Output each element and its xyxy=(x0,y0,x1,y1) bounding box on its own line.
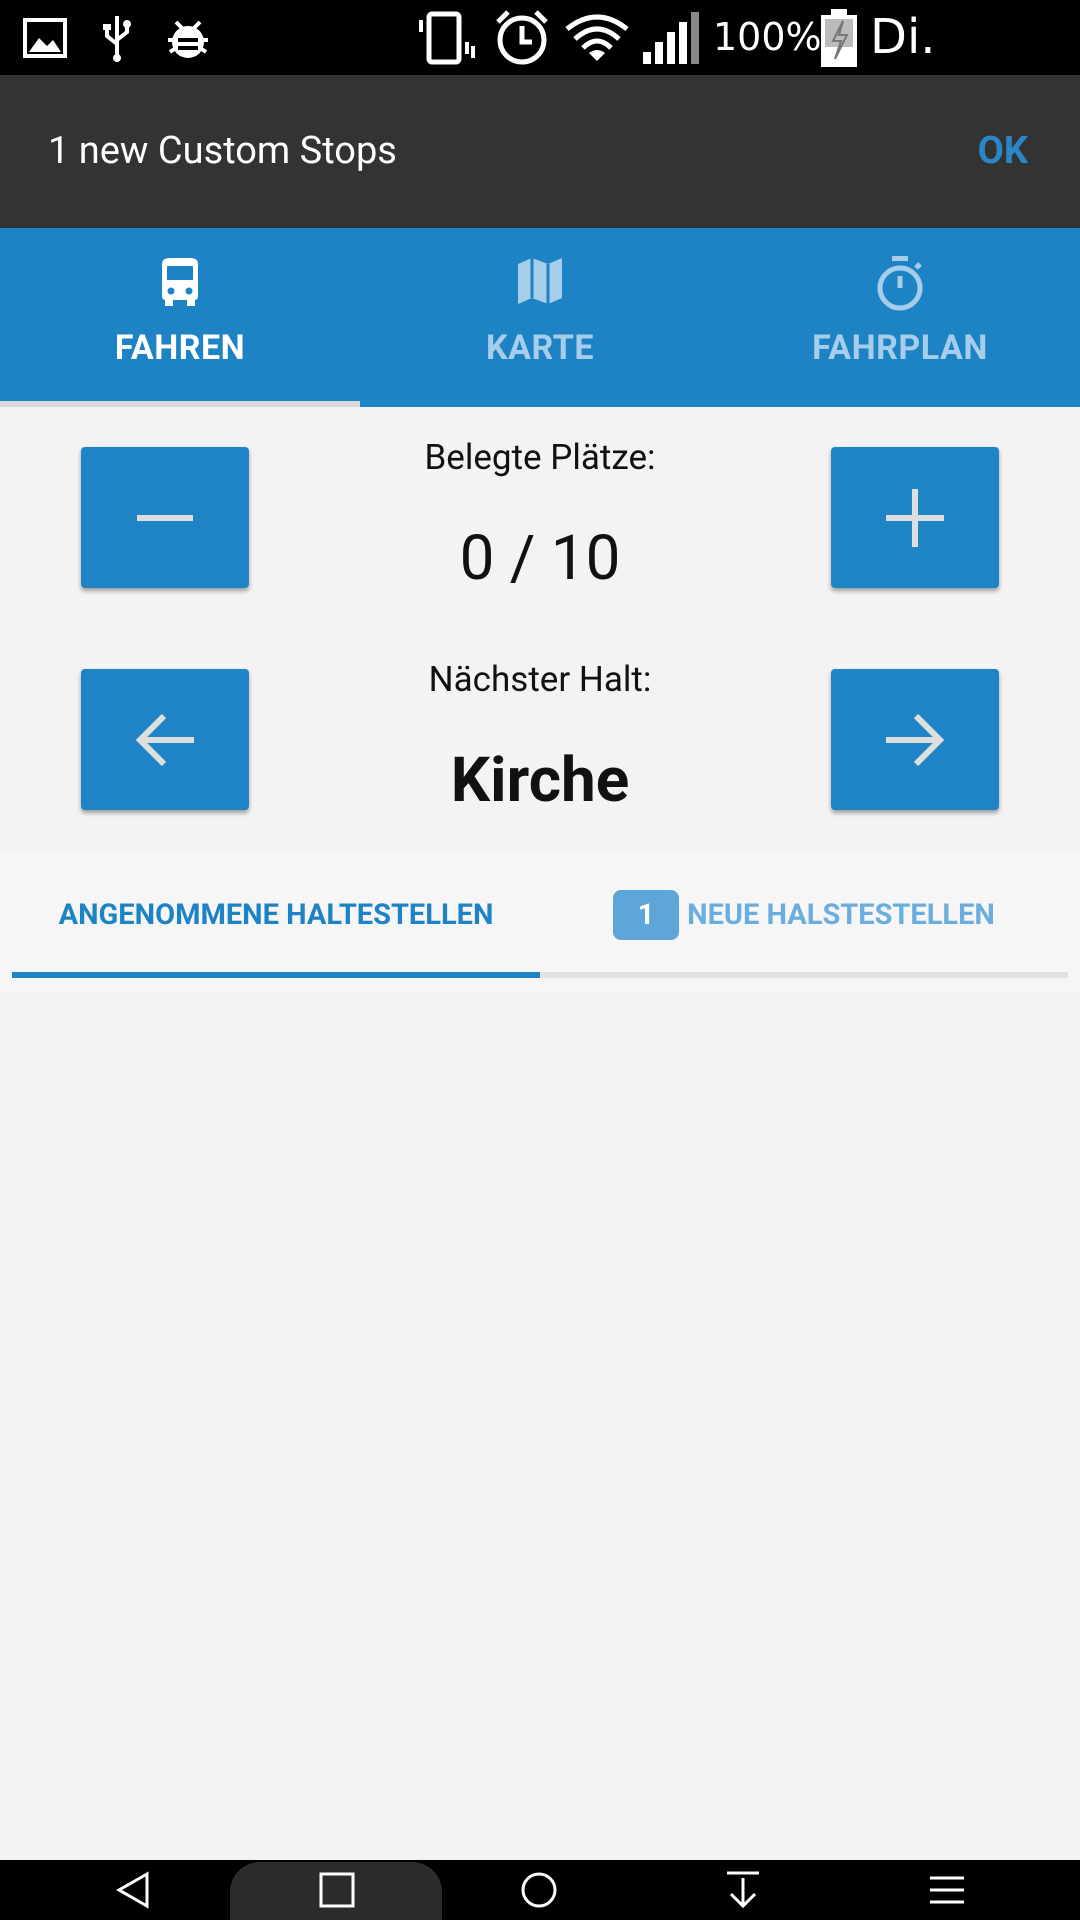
tab-fahrplan[interactable]: FAHRPLAN xyxy=(720,228,1080,407)
stopwatch-icon xyxy=(720,256,1080,312)
snackbar-ok-button[interactable]: OK xyxy=(978,75,1028,228)
stops-list xyxy=(0,992,1080,1860)
stops-tab-bar: ANGENOMMENE HALTESTELLEN 1 NEUE HALSTEST… xyxy=(0,852,1080,992)
main-tab-bar: FAHREN KARTE FAHRPLAN xyxy=(0,228,1080,407)
arrow-right-icon xyxy=(886,713,945,766)
minus-icon xyxy=(137,514,193,521)
status-bar: 100% Di. 01:41 xyxy=(0,0,1080,140)
vibrate-icon xyxy=(415,0,475,75)
debug-bug-icon xyxy=(160,0,216,75)
snackbar-message: 1 new Custom Stops xyxy=(48,129,397,173)
tab-label: FAHREN xyxy=(114,328,246,368)
seats-value: 0 / 10 xyxy=(459,522,621,595)
new-stops-count-badge: 1 xyxy=(613,890,680,940)
signal-icon xyxy=(638,0,704,75)
map-icon xyxy=(360,256,720,312)
image-icon xyxy=(20,0,70,75)
back-icon[interactable] xyxy=(100,1860,166,1920)
alarm-icon xyxy=(490,0,554,75)
next-stop-button[interactable] xyxy=(831,669,999,810)
control-panel: Belegte Plätze: 0 / 10 Nächster Halt: Ki… xyxy=(0,407,1080,852)
next-stop-label: Nächster Halt: xyxy=(428,659,652,700)
usb-icon xyxy=(95,0,139,75)
plus-icon xyxy=(886,488,944,547)
navigation-bar xyxy=(0,1860,1080,1920)
tab-accepted-stops[interactable]: ANGENOMMENE HALTESTELLEN xyxy=(12,852,540,978)
battery-percent: 100% xyxy=(713,15,822,59)
snackbar: 1 new Custom Stops OK xyxy=(0,75,1080,228)
seats-label: Belegte Plätze: xyxy=(424,437,656,478)
recents-icon[interactable] xyxy=(506,1860,572,1920)
tab-karte[interactable]: KARTE xyxy=(360,228,720,407)
tab-indicator xyxy=(12,972,540,978)
menu-icon[interactable] xyxy=(914,1860,980,1920)
tab-new-stops[interactable]: 1 NEUE HALSTESTELLEN xyxy=(540,852,1068,978)
tab-fahren[interactable]: FAHREN xyxy=(0,228,360,407)
home-icon[interactable] xyxy=(302,1860,372,1920)
tab-label: FAHRPLAN xyxy=(812,328,988,368)
next-stop-value: Kirche xyxy=(450,744,630,817)
arrow-left-icon xyxy=(135,713,194,766)
clock: Di. 01:41 xyxy=(870,9,1008,140)
tab-label: KARTE xyxy=(486,328,594,368)
battery-charging-icon xyxy=(818,0,860,75)
bus-icon xyxy=(0,256,360,312)
wifi-icon xyxy=(563,0,631,75)
tab-new-stops-label: NEUE HALSTESTELLEN xyxy=(687,898,995,932)
download-icon[interactable] xyxy=(710,1860,776,1920)
increase-seats-button[interactable] xyxy=(831,447,999,588)
decrease-seats-button[interactable] xyxy=(81,447,249,588)
previous-stop-button[interactable] xyxy=(81,669,249,810)
